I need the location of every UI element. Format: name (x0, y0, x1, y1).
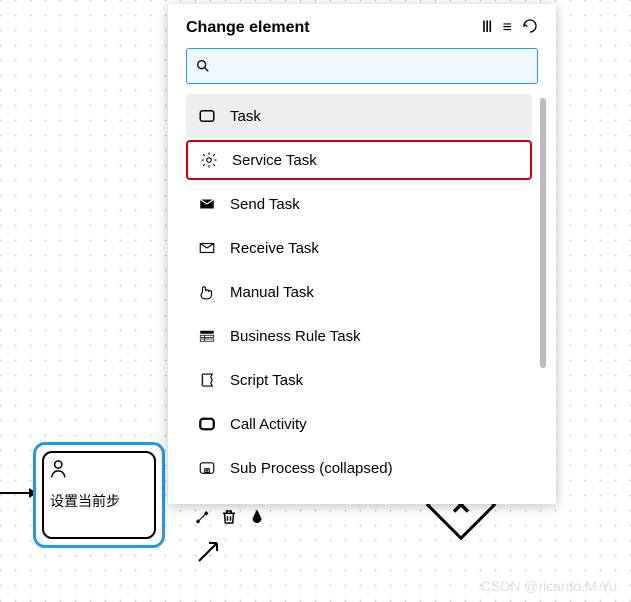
list-item-label: Script Task (230, 372, 303, 389)
change-element-popup: Change element Ⅲ ≡ Task Servi (168, 4, 556, 504)
receive-icon (198, 239, 216, 257)
element-list: Task Service Task Send Task Receive Task (186, 94, 546, 490)
list-item-call-activity[interactable]: Call Activity (186, 402, 532, 446)
hand-icon (198, 283, 216, 301)
refresh-icon[interactable] (522, 18, 538, 38)
trash-icon[interactable] (220, 508, 238, 531)
list-item-label: Service Task (232, 152, 317, 169)
search-box[interactable] (186, 48, 538, 84)
task-node-label: 设置当前步 (50, 491, 148, 511)
color-icon[interactable] (248, 508, 266, 531)
list-item-label: Send Task (230, 196, 300, 213)
list-item-label: Sub Process (collapsed) (230, 460, 393, 477)
list-item-label: Business Rule Task (230, 328, 361, 345)
task-icon (198, 107, 216, 125)
list-item-script-task[interactable]: Script Task (186, 358, 532, 402)
element-list-wrap: Task Service Task Send Task Receive Task (186, 94, 546, 492)
list-item-receive-task[interactable]: Receive Task (186, 226, 532, 270)
scrollbar[interactable] (540, 98, 546, 368)
list-item-label: Manual Task (230, 284, 314, 301)
list-item-send-task[interactable]: Send Task (186, 182, 532, 226)
incoming-flow-arrow (0, 492, 36, 494)
list-item-label: Task (230, 108, 261, 125)
send-icon (198, 195, 216, 213)
list-item-label: Receive Task (230, 240, 319, 257)
list-item-service-task[interactable]: Service Task (186, 140, 532, 180)
list-item-label: Call Activity (230, 416, 307, 433)
popup-title: Change element (186, 19, 310, 37)
task-node-inner: 设置当前步 (42, 451, 156, 539)
search-input[interactable] (219, 58, 529, 74)
context-toolbar (192, 508, 266, 531)
list-item-sub-process[interactable]: Sub Process (collapsed) (186, 446, 532, 490)
user-task-node[interactable]: 设置当前步 (33, 442, 165, 548)
list-item-task[interactable]: Task (186, 94, 532, 138)
view-mode-icons: Ⅲ ≡ (482, 18, 538, 38)
watermark: CSDN @ricardo.M.Yu (481, 578, 617, 594)
list-icon[interactable]: ≡ (503, 20, 512, 36)
script-icon (198, 371, 216, 389)
connect-arrow-icon[interactable] (196, 540, 220, 564)
user-icon (50, 459, 72, 479)
search-icon (195, 58, 211, 74)
subprocess-icon (198, 459, 216, 477)
popup-header: Change element Ⅲ ≡ (168, 18, 556, 48)
call-activity-icon (198, 415, 216, 433)
list-item-manual-task[interactable]: Manual Task (186, 270, 532, 314)
list-item-business-rule-task[interactable]: Business Rule Task (186, 314, 532, 358)
gear-icon (200, 151, 218, 169)
columns-icon[interactable]: Ⅲ (482, 20, 493, 36)
table-icon (198, 327, 216, 345)
wrench-icon[interactable] (192, 508, 210, 531)
